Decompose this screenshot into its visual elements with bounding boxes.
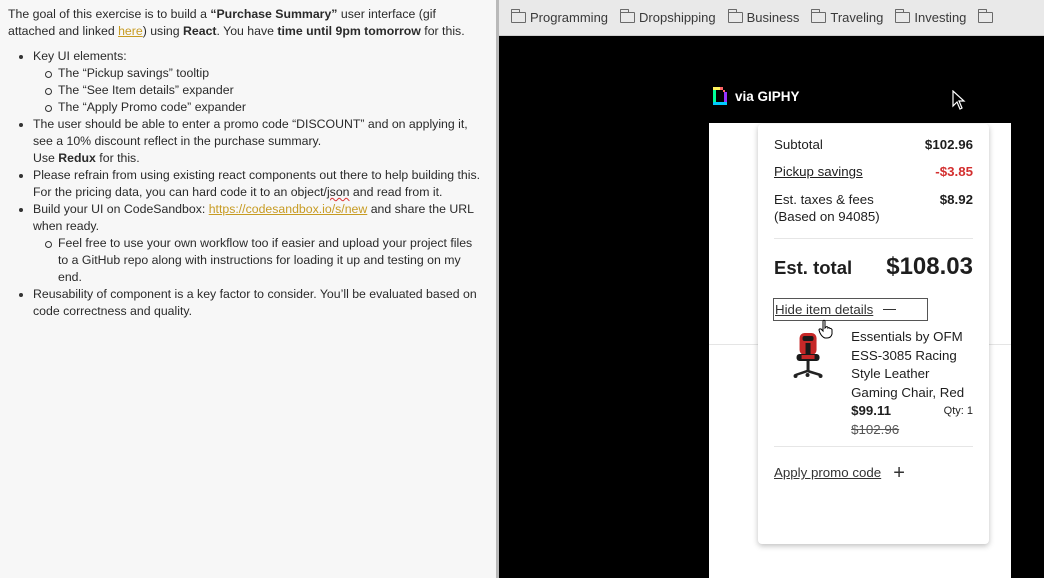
giphy-attribution[interactable]: via GIPHY	[712, 86, 800, 106]
intro-bold-purchase-summary: “Purchase Summary”	[210, 7, 338, 21]
bookmark-overflow[interactable]	[978, 9, 997, 23]
taxes-row: Est. taxes & fees (Based on 94085) $8.92	[774, 191, 973, 225]
bookmark-label: Programming	[530, 10, 609, 25]
folder-icon	[511, 9, 526, 23]
item-price: $99.11	[851, 403, 892, 418]
item-details: Essentials by OFM ESS-3085 Racing Style …	[774, 328, 973, 439]
bookmark-investing[interactable]: Investing	[895, 9, 967, 25]
taxes-value: $8.92	[939, 192, 973, 207]
pickup-savings-tooltip-trigger[interactable]: Pickup savings	[774, 164, 863, 179]
folder-icon	[811, 9, 827, 23]
list-item: The user should be able to enter a promo…	[19, 116, 482, 167]
intro-text-1: The goal of this exercise is to build a	[8, 7, 211, 21]
list-item: The “Apply Promo code” expander	[45, 99, 482, 116]
apply-promo-code-label: Apply promo code	[774, 465, 882, 480]
giphy-label: via GIPHY	[735, 88, 800, 104]
subtotal-value: $102.96	[924, 137, 973, 152]
apply-promo-code-expander[interactable]: Apply promo code +	[774, 461, 973, 484]
codesandbox-pre-text: Build your UI on CodeSandbox:	[33, 202, 209, 216]
list-item: Key UI elements: The “Pickup savings” to…	[19, 48, 482, 116]
bookmark-label: Traveling	[830, 10, 884, 25]
bookmark-business[interactable]: Business	[727, 9, 800, 25]
bookmark-label: Dropshipping	[639, 10, 716, 25]
total-row: Est. total $108.03	[774, 253, 973, 281]
read-from-it-text: and read from it.	[349, 185, 443, 199]
json-spellcheck-word: json	[326, 185, 350, 199]
bookmark-dropshipping[interactable]: Dropshipping	[620, 9, 716, 25]
for-this-text: for this.	[95, 151, 140, 165]
divider	[774, 446, 973, 447]
list-item: Please refrain from using existing react…	[19, 167, 482, 201]
list-item: The “Pickup savings” tooltip	[45, 65, 482, 82]
folder-icon	[895, 9, 911, 23]
list-item: The “See Item details” expander	[45, 82, 482, 99]
intro-paragraph: The goal of this exercise is to build a …	[8, 6, 482, 40]
browser-window: Programming Dropshipping Business Travel…	[499, 0, 1044, 578]
folder-icon	[978, 9, 994, 23]
pickup-savings-row: Pickup savings -$3.85	[774, 164, 973, 179]
bookmarks-bar: Programming Dropshipping Business Travel…	[499, 0, 1044, 36]
list-item: Feel free to use your own workflow too i…	[45, 235, 482, 286]
purchase-summary-card: Subtotal $102.96 Pickup savings -$3.85 E…	[758, 124, 989, 544]
intro-text-5: for this.	[420, 24, 465, 38]
list-item: Reusability of component is a key factor…	[19, 286, 482, 320]
minus-icon	[883, 308, 897, 311]
subtotal-row: Subtotal $102.96	[774, 137, 973, 152]
key-ui-elements-text: Key UI elements:	[33, 49, 127, 63]
page-divider-line	[989, 344, 1011, 345]
assignment-document: The goal of this exercise is to build a …	[0, 0, 496, 578]
divider	[774, 238, 973, 239]
taxes-label-line-2: (Based on 94085)	[774, 209, 880, 224]
workflow-sublist: Feel free to use your own workflow too i…	[33, 235, 482, 286]
plus-icon: +	[893, 461, 905, 484]
hide-item-details-label: Hide item details	[775, 302, 874, 317]
bookmark-label: Investing	[914, 10, 967, 25]
subtotal-label: Subtotal	[774, 137, 823, 152]
promo-requirement-text: The user should be able to enter a promo…	[33, 117, 468, 148]
pickup-savings-value: -$3.85	[935, 164, 973, 179]
bookmark-label: Business	[746, 10, 800, 25]
intro-bold-react: React	[183, 24, 217, 38]
requirements-list: Key UI elements: The “Pickup savings” to…	[8, 48, 482, 320]
intro-bold-deadline: time until 9pm tomorrow	[277, 24, 421, 38]
item-quantity: Qty: 1	[943, 405, 973, 417]
folder-icon	[620, 9, 636, 23]
list-item: Build your UI on CodeSandbox: https://co…	[19, 201, 482, 286]
redux-bold: Redux	[58, 151, 96, 165]
item-original-price: $102.96	[851, 421, 900, 437]
hand-cursor-icon	[818, 319, 833, 339]
intro-here-link[interactable]: here	[118, 24, 143, 38]
taxes-label: Est. taxes & fees (Based on 94085)	[774, 191, 880, 225]
use-text: Use	[33, 151, 59, 165]
codesandbox-link[interactable]: https://codesandbox.io/s/new	[209, 202, 368, 216]
item-info: Essentials by OFM ESS-3085 Racing Style …	[851, 328, 973, 439]
folder-icon	[727, 9, 743, 23]
mouse-cursor-icon	[952, 90, 966, 110]
total-value: $108.03	[886, 253, 973, 280]
item-price-row: $99.11 Qty: 1	[851, 402, 973, 421]
key-ui-sublist: The “Pickup savings” tooltip The “See It…	[33, 65, 482, 116]
bookmark-traveling[interactable]: Traveling	[811, 9, 884, 25]
giphy-logo-icon	[713, 87, 727, 105]
item-name: Essentials by OFM ESS-3085 Racing Style …	[851, 329, 965, 400]
page-divider-line	[709, 344, 759, 345]
intro-text-3: ) using	[142, 24, 184, 38]
bookmark-programming[interactable]: Programming	[511, 9, 609, 25]
total-label: Est. total	[774, 257, 853, 278]
taxes-label-line-1: Est. taxes & fees	[774, 192, 874, 207]
intro-text-4: . You have	[216, 24, 278, 38]
hide-item-details-button[interactable]: Hide item details	[773, 298, 928, 321]
